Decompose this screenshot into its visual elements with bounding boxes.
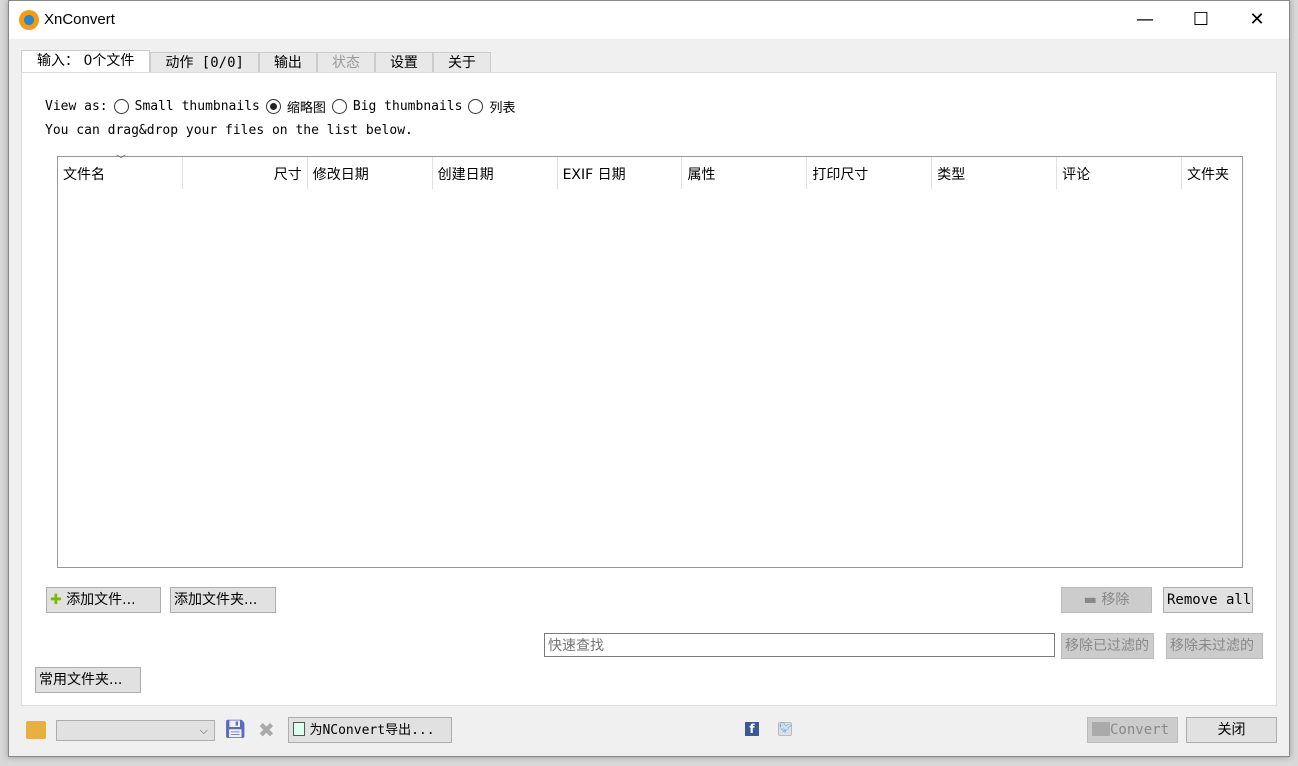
preset-dropdown[interactable]: ⌵ [56, 720, 215, 741]
tab-output[interactable]: 输出 [258, 52, 317, 73]
tab-about[interactable]: 关于 [432, 52, 491, 73]
view-as-row: View as: Small thumbnails 缩略图 Big thumbn… [45, 97, 515, 116]
radio-label: Big thumbnails [352, 99, 463, 114]
drag-drop-hint: You can drag&drop your files on the list… [45, 123, 413, 138]
input-panel: View as: Small thumbnails 缩略图 Big thumbn… [21, 72, 1277, 706]
radio-label: 列表 [489, 101, 516, 116]
chevron-down-icon: ⌵ [199, 724, 208, 737]
view-as-label: View as: [45, 99, 108, 114]
facebook-icon[interactable]: f [745, 722, 759, 736]
radio-label: 缩略图 [286, 101, 326, 116]
column-header-comment[interactable]: 评论 [1057, 157, 1183, 189]
column-header-size[interactable]: 尺寸 [183, 157, 308, 189]
xnconvert-window: XnConvert — ☐ ✕ 输入： 0个文件 动作 [0/0] 输出 状态 … [8, 0, 1290, 757]
close-window-button[interactable]: ✕ [1229, 1, 1285, 39]
radio-label: Small thumbnails [134, 99, 260, 114]
export-nconvert-button[interactable]: 为NConvert导出... [288, 717, 452, 743]
column-header-created[interactable]: 创建日期 [433, 157, 558, 189]
column-header-print-size[interactable]: 打印尺寸 [807, 157, 933, 189]
export-icon [293, 722, 305, 736]
twitter-icon[interactable]: 🐦︎ [778, 722, 792, 736]
radio-small-thumbnails[interactable] [113, 99, 129, 114]
window-title: XnConvert [44, 11, 115, 28]
file-list[interactable]: 文件名 ﹀ 尺寸 修改日期 创建日期 EXIF 日期 属性 打印尺寸 类型 评论 … [57, 155, 1243, 568]
button-label: 添加文件... [66, 592, 136, 608]
minus-icon: ▬ [1083, 592, 1097, 608]
minimize-button[interactable]: — [1117, 1, 1173, 39]
column-header-type[interactable]: 类型 [932, 157, 1058, 189]
radio-big-thumbnails[interactable] [331, 99, 347, 114]
remove-filtered-button[interactable]: 移除已过滤的 [1061, 633, 1154, 659]
tab-status[interactable]: 状态 [316, 52, 375, 73]
column-header-filename[interactable]: 文件名 ﹀ [58, 155, 183, 189]
column-header-exif-date[interactable]: EXIF 日期 [558, 157, 683, 189]
plus-icon: ✚ [50, 592, 62, 608]
favorite-folders-button[interactable]: 常用文件夹... [35, 667, 141, 693]
sort-chevron-icon: ﹀ [116, 155, 126, 166]
save-icon[interactable]: 💾︎ [224, 719, 247, 740]
button-label: Convert [1110, 722, 1170, 738]
convert-button[interactable]: Convert [1087, 717, 1178, 743]
maximize-button[interactable]: ☐ [1173, 1, 1229, 39]
list-header: 文件名 ﹀ 尺寸 修改日期 创建日期 EXIF 日期 属性 打印尺寸 类型 评论 … [58, 155, 1242, 189]
convert-icon [1092, 722, 1110, 736]
tab-settings[interactable]: 设置 [374, 52, 433, 73]
close-button[interactable]: 关闭 [1186, 717, 1277, 743]
remove-button[interactable]: ▬ 移除 [1061, 587, 1152, 613]
remove-all-button[interactable]: Remove all [1163, 587, 1253, 613]
add-folder-button[interactable]: 添加文件夹... [170, 587, 276, 613]
xnconvert-logo-icon [19, 10, 39, 30]
column-header-attributes[interactable]: 属性 [682, 157, 808, 189]
button-label: 为NConvert导出... [309, 723, 435, 738]
tab-input[interactable]: 输入： 0个文件 [21, 50, 151, 73]
add-files-button[interactable]: ✚ 添加文件... [46, 587, 161, 613]
column-label: 文件名 [63, 167, 105, 183]
remove-unfiltered-button[interactable]: 移除未过滤的 [1166, 633, 1263, 659]
radio-list[interactable] [468, 99, 484, 114]
title-bar: XnConvert — ☐ ✕ [9, 1, 1289, 39]
main-tabs: 输入： 0个文件 动作 [0/0] 输出 状态 设置 关于 [21, 50, 491, 73]
load-preset-folder-icon[interactable] [26, 721, 46, 739]
tab-actions[interactable]: 动作 [0/0] [150, 52, 259, 73]
delete-preset-icon[interactable]: ✖ [258, 718, 275, 742]
column-header-folder[interactable]: 文件夹 [1182, 157, 1242, 189]
button-label: 移除 [1101, 592, 1130, 608]
radio-thumbnails[interactable] [265, 99, 281, 114]
quick-search-input[interactable] [544, 633, 1055, 657]
column-header-modified[interactable]: 修改日期 [308, 157, 433, 189]
